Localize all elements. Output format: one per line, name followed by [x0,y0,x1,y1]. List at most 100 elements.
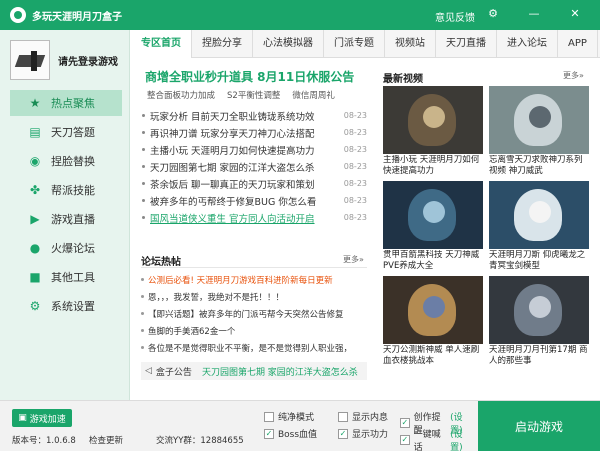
bullet [141,346,144,349]
forum-item[interactable]: 公测后必看! 天涯明月刀游戏百科进阶新每日更新 [141,271,367,288]
video-thumbnail[interactable] [383,86,483,154]
close-icon[interactable]: ✕ [567,6,583,22]
forum-item[interactable]: 鱼脚的手美酒62金一个 [141,322,367,339]
tab[interactable]: APP [558,30,598,58]
chat-icon: ● [29,241,41,255]
sidebar-item[interactable]: ✤ 帮派技能 [10,177,122,203]
news-item-title[interactable]: 国风当道侠义重生 官方同人向活动开启 [150,211,330,225]
gear-icon: ⚙ [29,299,41,313]
option-checkbox[interactable]: ✓ 显示功力 [338,427,388,440]
check-update-link[interactable]: 检查更新 [89,434,123,446]
news-item-title[interactable]: 被弃多年的丐帮终于修复BUG 你怎么看 [150,194,330,208]
forum-item[interactable]: 【即兴话题】被弃多年的门派丐帮今天突然公告修复 [141,305,367,322]
option-checkbox[interactable]: 纯净模式 [264,410,314,423]
news-sublink[interactable]: 微信周周礼 [292,89,335,101]
forum-item-title[interactable]: 鱼脚的手美酒62金一个 [148,325,235,337]
checkbox-icon[interactable] [264,411,274,422]
news-item-title[interactable]: 再识神刀谱 玩家分享天刀神刀心法搭配 [150,126,330,140]
video-card[interactable]: 主播小玩 天涯明月刀如何快速提高功力 [383,86,483,179]
checkbox-icon[interactable]: ✓ [264,428,274,439]
speaker-icon: ◁ [145,366,152,376]
video-caption[interactable]: 贯甲百箭黑科技 天刀神威PVE养成大全 [383,250,483,274]
news-item-date: 08-23 [343,213,367,222]
video-card[interactable]: 贯甲百箭黑科技 天刀神威PVE养成大全 [383,181,483,274]
video-caption[interactable]: 天涯明月刀月刊第17期 商人的那些事 [489,345,589,369]
option-checkbox[interactable]: 显示内息 [338,410,388,423]
sidebar-item-label: 系统设置 [51,300,95,313]
accelerate-icon: ▣ [18,413,27,423]
checkbox-icon[interactable]: ✓ [400,435,410,445]
option-settings-link[interactable]: (设置) [450,427,474,451]
sidebar-item[interactable]: ■ 其他工具 [10,264,122,290]
tab[interactable]: 捏脸分享 [192,30,253,58]
news-item-title[interactable]: 茶余饭后 聊一聊真正的天刀玩家和策划 [150,177,330,191]
video-caption[interactable]: 主播小玩 天涯明月刀如何快速提高功力 [383,155,483,179]
video-card[interactable]: 忘离雪天刀求败神刀系列视频 神刀威武 [489,86,589,179]
bullet [141,312,144,315]
video-thumbnail[interactable] [383,181,483,249]
news-sublink[interactable]: S2平衡性调整 [227,89,280,101]
news-item-title[interactable]: 主播小玩 天涯明月刀如何快速提高功力 [150,143,330,157]
divider [141,267,367,268]
video-card[interactable]: 天刀公测斯神威 单人速刷血衣楼挑战本 [383,276,483,369]
tab[interactable]: 进入论坛 [497,30,558,58]
forum-item-title[interactable]: 恩，，，我发誓，我绝对不是托！！！ [148,291,284,303]
sidebar-item[interactable]: ● 火爆论坛 [10,235,122,261]
checkbox-icon[interactable]: ✓ [338,428,348,439]
video-thumbnail[interactable] [489,181,589,249]
profile[interactable]: 请先登录游戏 [10,38,122,82]
app-logo-icon [10,7,26,23]
window-title: 多玩天涯明月刀盒子 [32,11,122,23]
tab[interactable]: 专区首页 [131,30,192,58]
video-grid: 主播小玩 天涯明月刀如何快速提高功力 忘离雪天刀求败神刀系列视频 神刀威武贯甲百箭… [383,86,589,369]
notice-text[interactable]: 天刀园图第七期 家园的江洋大盗怎么杀 [202,365,358,378]
video-caption[interactable]: 天涯明月刀斯 仰虎曦龙之青冥宝剑模型 [489,250,589,274]
video-thumbnail[interactable] [489,276,589,344]
forum-item[interactable]: 各位是不是觉得职业不平衡，是不是觉得别人职业强， [141,339,367,356]
sidebar-item[interactable]: ◉ 捏脸替换 [10,148,122,174]
option-checkbox[interactable]: ✓ Boss血值 [264,427,317,440]
option-checkbox[interactable]: ✓ 一键喊话 (设置) [400,427,474,451]
news-item-date: 08-23 [343,162,367,171]
tab[interactable]: 视频站 [385,30,436,58]
video-card[interactable]: 天涯明月刀斯 仰虎曦龙之青冥宝剑模型 [489,181,589,274]
video-thumbnail[interactable] [489,86,589,154]
feedback-link[interactable]: 意见反馈 [435,9,475,24]
video-caption[interactable]: 天刀公测斯神威 单人速刷血衣楼挑战本 [383,345,483,369]
video-more-link[interactable]: 更多» [563,70,584,81]
video-thumbnail[interactable] [383,276,483,344]
news-item[interactable]: 被弃多年的丐帮终于修复BUG 你怎么看 08-23 [141,192,367,209]
forum-item-title[interactable]: 【即兴话题】被弃多年的门派丐帮今天突然公告修复 [148,308,344,320]
thumbnail-highlight [529,296,551,318]
news-sublink[interactable]: 整合面板功力加成 [147,89,215,101]
game-accelerate-button[interactable]: ▣ 游戏加速 [12,409,72,427]
settings-icon[interactable]: ⚙ [485,6,501,22]
tab[interactable]: 心法模拟器 [253,30,324,58]
video-caption[interactable]: 忘离雪天刀求败神刀系列视频 神刀威武 [489,155,589,179]
news-headline[interactable]: 商增全职业秒升道具 8月11日休服公告 [145,68,354,85]
news-item-title[interactable]: 天刀园图第七期 家园的江洋大盗怎么杀 [150,160,330,174]
news-item[interactable]: 主播小玩 天涯明月刀如何快速提高功力 08-23 [141,141,367,158]
sidebar-item[interactable]: ▶ 游戏直播 [10,206,122,232]
news-item[interactable]: 茶余饭后 聊一聊真正的天刀玩家和策划 08-23 [141,175,367,192]
tab[interactable]: 门派专题 [324,30,385,58]
forum-more-link[interactable]: 更多» [343,254,364,265]
minimize-icon[interactable]: — [526,6,542,22]
news-item[interactable]: 再识神刀谱 玩家分享天刀神刀心法搭配 08-23 [141,124,367,141]
news-item-title[interactable]: 玩家分析 目前天刀全职业铸珑系统功效 [150,109,330,123]
start-game-button[interactable]: 启动游戏 [478,401,600,451]
forum-item-title[interactable]: 公测后必看! 天涯明月刀游戏百科进阶新每日更新 [148,274,333,286]
forum-item[interactable]: 恩，，，我发誓，我绝对不是托！！！ [141,288,367,305]
checkbox-icon[interactable] [338,411,348,422]
bullet [142,165,145,168]
sidebar-item[interactable]: ▤ 天刀答题 [10,119,122,145]
login-prompt[interactable]: 请先登录游戏 [58,53,118,68]
news-item[interactable]: 玩家分析 目前天刀全职业铸珑系统功效 08-23 [141,107,367,124]
news-item[interactable]: 天刀园图第七期 家园的江洋大盗怎么杀 08-23 [141,158,367,175]
news-item[interactable]: 国风当道侠义重生 官方同人向活动开启 08-23 [141,209,367,226]
sidebar-item[interactable]: ★ 热点聚焦 [10,90,122,116]
sidebar-item[interactable]: ⚙ 系统设置 [10,293,122,319]
video-card[interactable]: 天涯明月刀月刊第17期 商人的那些事 [489,276,589,369]
forum-item-title[interactable]: 各位是不是觉得职业不平衡，是不是觉得别人职业强， [148,342,352,354]
tab[interactable]: 天刀直播 [436,30,497,58]
